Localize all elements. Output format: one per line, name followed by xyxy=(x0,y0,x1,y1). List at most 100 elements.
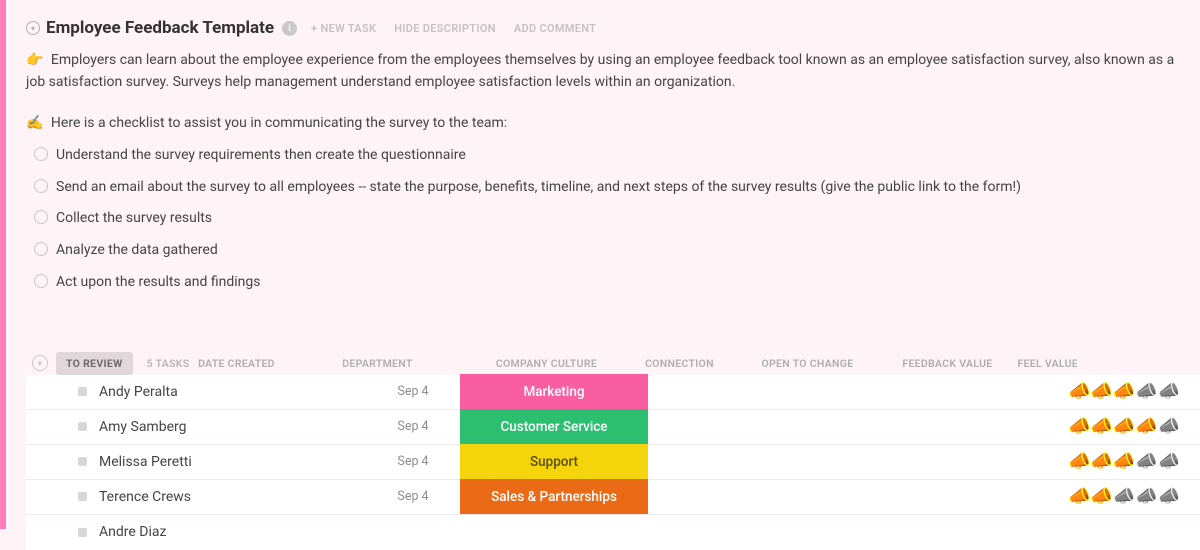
task-name: Andre Diaz xyxy=(99,524,166,540)
star-filled-icon: 📣 xyxy=(1113,383,1135,401)
col-open-to-change[interactable]: OPEN TO CHANGE xyxy=(737,353,877,374)
department-cell[interactable]: Customer Service xyxy=(460,409,648,444)
feel-valued-cell[interactable] xyxy=(1194,374,1200,409)
col-feedback-value[interactable]: FEEDBACK VALUE xyxy=(877,353,1017,374)
status-square-icon[interactable] xyxy=(78,422,87,431)
checklist-item[interactable]: Send an email about the survey to all em… xyxy=(34,177,1196,199)
department-cell[interactable]: Sales & Partnerships xyxy=(460,479,648,514)
accent-bar xyxy=(0,0,6,529)
col-department[interactable]: DEPARTMENT xyxy=(283,353,471,374)
col-connection[interactable]: CONNECTION xyxy=(621,353,737,374)
status-square-icon[interactable] xyxy=(78,387,87,396)
empty-cell[interactable] xyxy=(648,444,798,479)
feedback-value-cell[interactable]: 📣📣📣📣📣 xyxy=(1054,374,1194,409)
table-row[interactable]: Melissa PerettiSep 4Support 📣📣📣📣📣 xyxy=(26,445,1200,480)
empty-cell[interactable] xyxy=(798,374,914,409)
task-name-cell[interactable]: Melissa Peretti xyxy=(26,454,366,470)
task-name-cell[interactable]: Terence Crews xyxy=(26,489,366,505)
feel-valued-cell[interactable] xyxy=(1194,444,1200,479)
empty-cell[interactable] xyxy=(648,409,798,444)
checklist-item-label: Send an email about the survey to all em… xyxy=(56,177,1021,199)
star-filled-icon: 📣 xyxy=(1135,418,1157,436)
feedback-value-cell[interactable]: 📣📣📣📣📣 xyxy=(1054,479,1194,514)
table-body: Andy PeraltaSep 4Marketing📣📣📣📣📣Amy Sambe… xyxy=(26,375,1200,550)
star-empty-icon: 📣 xyxy=(1135,383,1157,401)
rating-stars: 📣📣📣📣📣 xyxy=(1068,453,1180,471)
star-filled-icon: 📣 xyxy=(1068,453,1090,471)
rating-stars: 📣📣📣📣📣 xyxy=(1068,418,1180,436)
checkbox-icon[interactable] xyxy=(34,210,48,224)
checklist-item[interactable]: Act upon the results and findings xyxy=(34,272,1196,294)
department-cell[interactable]: Marketing xyxy=(460,374,648,409)
description-block: 👉 Employers can learn about the employee… xyxy=(26,50,1200,294)
star-filled-icon: 📣 xyxy=(1068,383,1090,401)
empty-cell[interactable] xyxy=(798,409,914,444)
checklist-item-label: Collect the survey results xyxy=(56,208,212,230)
add-comment-button[interactable]: ADD COMMENT xyxy=(514,22,596,35)
feel-valued-cell[interactable] xyxy=(1194,479,1200,514)
task-name-cell[interactable]: Andre Diaz xyxy=(26,524,366,540)
col-feel-valued[interactable]: FEEL VALUED xyxy=(1017,353,1077,374)
checkbox-icon[interactable] xyxy=(34,242,48,256)
task-name-cell[interactable]: Andy Peralta xyxy=(26,384,366,400)
task-count-label: 5 TASKS xyxy=(147,357,190,370)
table-row[interactable]: Terence CrewsSep 4Sales & Partnerships📣📣… xyxy=(26,480,1200,515)
checkbox-icon[interactable] xyxy=(34,179,48,193)
empty-cell[interactable] xyxy=(798,444,914,479)
feedback-value-cell[interactable]: 📣📣📣📣📣 xyxy=(1054,409,1194,444)
star-filled-icon: 📣 xyxy=(1090,488,1112,506)
table-row[interactable]: Andre Diaz xyxy=(26,515,1200,550)
header-row: ▾ Employee Feedback Template i + NEW TAS… xyxy=(26,18,1200,38)
task-name-cell[interactable]: Amy Samberg xyxy=(26,419,366,435)
col-date-created[interactable]: DATE CREATED xyxy=(189,353,283,374)
department-badge: Support xyxy=(460,444,648,479)
empty-cell[interactable] xyxy=(914,374,1054,409)
date-created-cell: Sep 4 xyxy=(366,479,460,514)
empty-cell[interactable] xyxy=(914,409,1054,444)
empty-cell[interactable] xyxy=(798,479,914,514)
star-empty-icon: 📣 xyxy=(1135,488,1157,506)
info-icon[interactable]: i xyxy=(282,21,297,36)
checklist-item[interactable]: Analyze the data gathered xyxy=(34,240,1196,262)
table-row[interactable]: Andy PeraltaSep 4Marketing📣📣📣📣📣 xyxy=(26,375,1200,410)
star-empty-icon: 📣 xyxy=(1158,488,1180,506)
hide-description-button[interactable]: HIDE DESCRIPTION xyxy=(394,22,496,35)
star-empty-icon: 📣 xyxy=(1135,453,1157,471)
rating-stars: 📣📣📣📣📣 xyxy=(1068,488,1180,506)
star-empty-icon: 📣 xyxy=(1158,383,1180,401)
star-empty-icon: 📣 xyxy=(1158,453,1180,471)
checkbox-icon[interactable] xyxy=(34,274,48,288)
department-badge: Marketing xyxy=(460,374,648,409)
feel-valued-cell[interactable] xyxy=(1194,409,1200,444)
group-status-chip[interactable]: TO REVIEW xyxy=(56,352,133,375)
empty-cell[interactable] xyxy=(648,374,798,409)
feedback-value-cell[interactable]: 📣📣📣📣📣 xyxy=(1054,444,1194,479)
collapse-icon[interactable]: ▾ xyxy=(26,21,40,35)
description-text: Employers can learn about the employee e… xyxy=(26,52,1174,90)
checklist-intro: Here is a checklist to assist you in com… xyxy=(51,115,507,131)
department-cell[interactable]: Support xyxy=(460,444,648,479)
rating-stars: 📣📣📣📣📣 xyxy=(1068,383,1180,401)
task-table: ▾ TO REVIEW 5 TASKS DATE CREATED DEPARTM… xyxy=(26,352,1200,550)
status-square-icon[interactable] xyxy=(78,492,87,501)
empty-cell[interactable] xyxy=(648,479,798,514)
table-row[interactable]: Amy SambergSep 4Customer Service📣📣📣📣📣 xyxy=(26,410,1200,445)
checklist-item-label: Analyze the data gathered xyxy=(56,240,218,262)
col-company-culture[interactable]: COMPANY CULTURE xyxy=(471,353,621,374)
department-badge: Customer Service xyxy=(460,409,648,444)
checklist-item[interactable]: Collect the survey results xyxy=(34,208,1196,230)
checklist-item[interactable]: Understand the survey requirements then … xyxy=(34,145,1196,167)
group-collapse-icon[interactable]: ▾ xyxy=(32,355,48,371)
checkbox-icon[interactable] xyxy=(34,147,48,161)
new-task-button[interactable]: + NEW TASK xyxy=(311,22,376,35)
department-badge: Sales & Partnerships xyxy=(460,479,648,514)
empty-cell[interactable] xyxy=(914,479,1054,514)
date-created-cell: Sep 4 xyxy=(366,444,460,479)
page-title: Employee Feedback Template xyxy=(46,18,274,38)
date-created-cell: Sep 4 xyxy=(366,409,460,444)
star-filled-icon: 📣 xyxy=(1090,418,1112,436)
empty-cell[interactable] xyxy=(914,444,1054,479)
star-filled-icon: 📣 xyxy=(1068,488,1090,506)
status-square-icon[interactable] xyxy=(78,457,87,466)
pointing-emoji: 👉 xyxy=(26,52,43,68)
